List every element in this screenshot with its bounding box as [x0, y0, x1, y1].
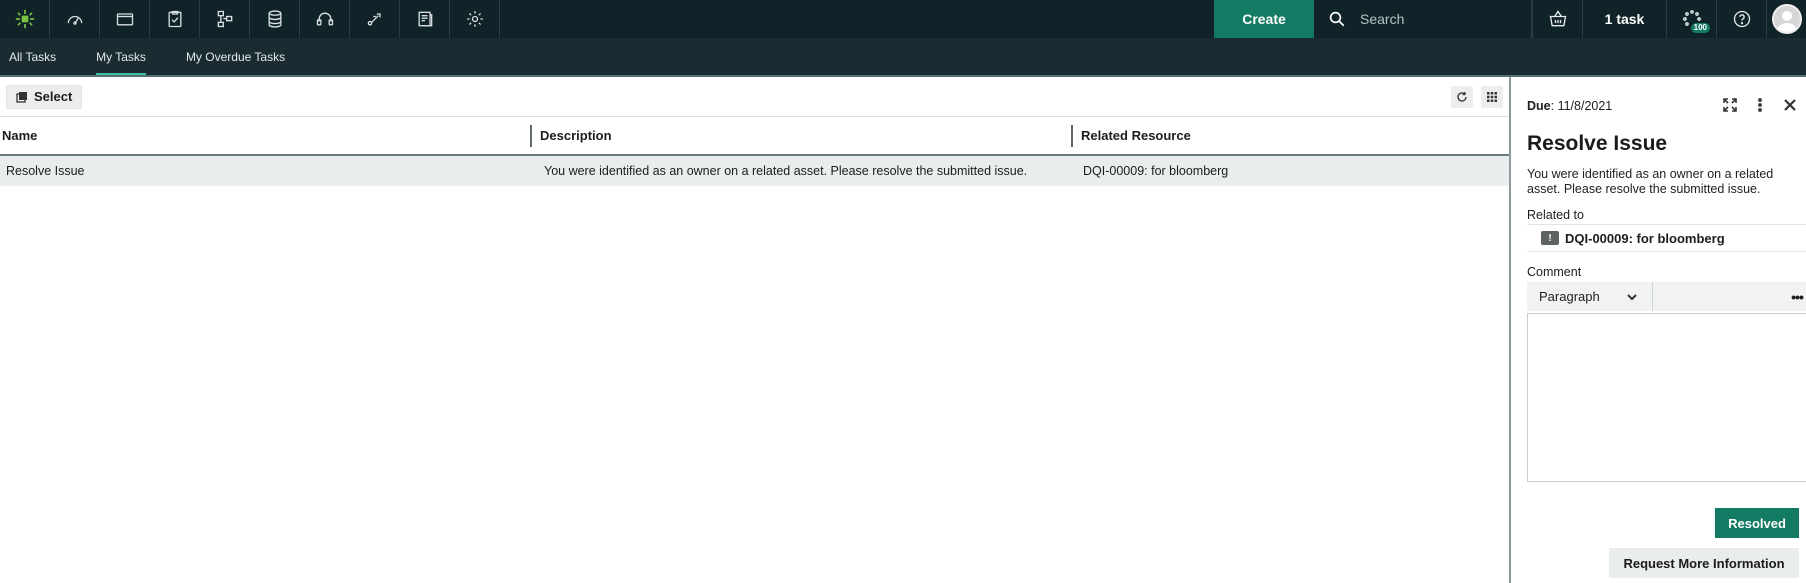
paragraph-format-select[interactable]: Paragraph — [1527, 282, 1653, 311]
cell-name[interactable]: Resolve Issue — [0, 155, 530, 186]
workflow-icon[interactable] — [350, 0, 400, 38]
top-navigation-bar: Create 1 task 100 — [0, 0, 1806, 38]
refresh-icon[interactable] — [1451, 85, 1473, 108]
select-icon — [16, 91, 27, 103]
clipboard-check-icon[interactable] — [150, 0, 200, 38]
more-options-icon[interactable] — [1752, 97, 1768, 113]
task-detail-panel: Due: 11/8/2021 Resolve Issue You were id… — [1513, 77, 1806, 583]
help-icon[interactable] — [1716, 0, 1766, 38]
resolved-button[interactable]: Resolved — [1715, 508, 1799, 538]
notifications-icon[interactable]: 100 — [1666, 0, 1716, 38]
gear-icon[interactable] — [450, 0, 500, 38]
panel-tools — [1722, 97, 1798, 113]
search-input[interactable] — [1360, 11, 1510, 27]
comment-editor-toolbar: Paragraph ••• — [1527, 282, 1806, 311]
expand-icon[interactable] — [1722, 97, 1738, 113]
due-date: Due: 11/8/2021 — [1527, 99, 1612, 113]
search-icon — [1329, 11, 1345, 27]
hierarchy-icon[interactable] — [200, 0, 250, 38]
chevron-down-icon — [1627, 293, 1637, 300]
column-header-description[interactable]: Description — [530, 117, 1071, 156]
related-resource-name: DQI-00009: for bloomberg — [1565, 230, 1725, 246]
panel-description: You were identified as an owner on a rel… — [1527, 167, 1774, 196]
tab-my-overdue-tasks[interactable]: My Overdue Tasks — [177, 38, 294, 75]
task-tabs: All Tasks My Tasks My Overdue Tasks — [0, 38, 1806, 77]
task-list-area: Select Name Description Related Resource… — [0, 77, 1511, 583]
avatar-icon — [1771, 4, 1802, 34]
task-count-button[interactable]: 1 task — [1582, 0, 1666, 38]
due-label: Due — [1527, 99, 1551, 113]
task-table: Name Description Related Resource Resolv… — [0, 117, 1509, 186]
database-icon[interactable] — [250, 0, 300, 38]
request-more-information-button[interactable]: Request More Information — [1609, 548, 1799, 578]
table-header-row: Name Description Related Resource — [0, 117, 1509, 156]
create-button[interactable]: Create — [1214, 0, 1314, 38]
editor-more-icon[interactable]: ••• — [1782, 289, 1806, 305]
due-value: : 11/8/2021 — [1550, 99, 1613, 113]
issue-icon: ! — [1541, 231, 1559, 245]
column-header-related-resource[interactable]: Related Resource — [1071, 117, 1509, 156]
related-resource-link[interactable]: ! DQI-00009: for bloomberg — [1527, 224, 1806, 252]
close-icon[interactable] — [1782, 97, 1798, 113]
tab-all-tasks[interactable]: All Tasks — [0, 38, 65, 75]
basket-icon[interactable] — [1532, 0, 1582, 38]
select-label: Select — [34, 89, 73, 104]
list-toolbar: Select — [0, 77, 1509, 117]
column-header-name[interactable]: Name — [0, 117, 530, 156]
grid-view-icon[interactable] — [1481, 85, 1503, 108]
headset-icon[interactable] — [300, 0, 350, 38]
paragraph-format-value: Paragraph — [1539, 289, 1600, 304]
select-button[interactable]: Select — [6, 84, 83, 109]
report-icon[interactable] — [400, 0, 450, 38]
user-avatar[interactable] — [1766, 0, 1806, 38]
list-tools — [1451, 85, 1503, 108]
cell-description: You were identified as an owner on a rel… — [530, 155, 1071, 186]
app-logo-icon[interactable] — [0, 0, 50, 38]
tab-my-tasks[interactable]: My Tasks — [87, 38, 155, 75]
comment-textarea[interactable] — [1527, 313, 1806, 482]
table-row[interactable]: Resolve Issue You were identified as an … — [0, 155, 1509, 186]
panel-title: Resolve Issue — [1527, 132, 1668, 155]
notification-badge: 100 — [1690, 23, 1710, 33]
search-box[interactable] — [1314, 0, 1532, 38]
folder-icon[interactable] — [100, 0, 150, 38]
dashboard-icon[interactable] — [50, 0, 100, 38]
cell-related-resource[interactable]: DQI-00009: for bloomberg — [1071, 155, 1509, 186]
related-to-label: Related to — [1527, 208, 1584, 222]
comment-label: Comment — [1527, 265, 1582, 279]
